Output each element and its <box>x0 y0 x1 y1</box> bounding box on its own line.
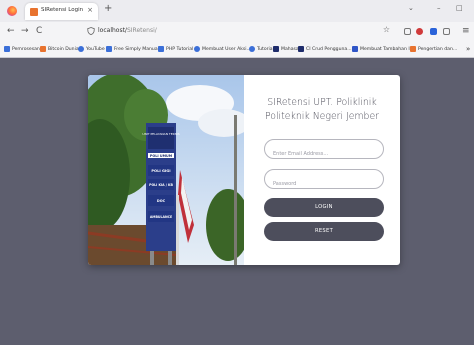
tab-active[interactable]: SIRetensi Login × <box>25 3 98 20</box>
bookmark-item[interactable]: PHP Tutorial <box>158 44 193 54</box>
bookmark-item[interactable]: Bitcoin Dunia <box>40 44 79 54</box>
bookmark-item[interactable]: Membuat Tambahan ID <box>352 44 413 54</box>
bookmark-favicon-icon <box>298 46 304 52</box>
bookmark-label: Mahasa <box>281 46 299 52</box>
bookmark-label: CI Crud Pengguna... <box>306 46 352 52</box>
bookmark-item[interactable]: Pemrosesan <box>4 44 40 54</box>
email-field[interactable] <box>264 139 384 163</box>
menu-icon[interactable]: ≡ <box>462 26 470 36</box>
page-title: SIRetensi UPT. Poliklinik Politeknik Neg… <box>244 96 400 124</box>
bookmark-item[interactable]: Pengertian dan... <box>410 44 457 54</box>
bookmark-favicon-icon <box>194 46 200 52</box>
extension-blue-icon[interactable] <box>430 28 437 35</box>
sign-line: POLI KIA / KB <box>149 183 173 187</box>
bookmark-favicon-icon <box>40 46 46 52</box>
favicon-icon <box>30 8 38 16</box>
login-form: SIRetensi UPT. Poliklinik Politeknik Neg… <box>244 75 400 265</box>
bookmarks-toolbar: Pemrosesan Bitcoin Dunia YouTube Free Si… <box>0 41 474 57</box>
bookmark-label: Membuat User Aksi... <box>202 46 251 52</box>
url-path: SIRetensi/ <box>126 27 157 34</box>
bookmarks-overflow-icon[interactable]: » <box>466 44 470 54</box>
sign-header: UNIT PELAYANAN TEKNIS <box>142 132 179 136</box>
clinic-sign-image: UNIT PELAYANAN TEKNIS POLI UMUM POLI GIG… <box>88 75 244 265</box>
title-line-2: Politeknik Negeri Jember <box>265 111 379 122</box>
tab-strip: SIRetensi Login × + ⌄ – □ <box>0 0 474 22</box>
bookmark-item[interactable]: YouTube <box>78 44 105 54</box>
bookmark-label: Pemrosesan <box>12 46 40 52</box>
bookmark-item[interactable]: Free Simply Manual <box>106 44 159 54</box>
password-input[interactable] <box>265 175 383 193</box>
url-text: localhost/SIRetensi/ <box>98 27 157 34</box>
pocket-icon[interactable] <box>404 28 411 35</box>
reload-icon[interactable]: C <box>36 26 42 36</box>
password-field[interactable] <box>264 169 384 193</box>
bookmark-item[interactable]: Mahasa <box>273 44 299 54</box>
list-tabs-icon[interactable]: ⌄ <box>408 4 414 12</box>
bookmark-item[interactable]: Tutorial <box>249 44 274 54</box>
sign-line: POLI UMUM <box>150 154 173 158</box>
forward-icon[interactable]: → <box>21 26 29 36</box>
bookmark-label: Bitcoin Dunia <box>48 46 79 52</box>
bookmark-label: Pengertian dan... <box>418 46 458 52</box>
bookmark-item[interactable]: Membuat User Aksi... <box>194 44 251 54</box>
navigation-bar: ← → C localhost/SIRetensi/ ☆ ≡ <box>0 22 474 41</box>
reset-button[interactable]: RESET <box>264 222 384 241</box>
email-input[interactable] <box>265 145 383 163</box>
back-icon[interactable]: ← <box>7 26 15 36</box>
shield-icon <box>87 27 95 35</box>
sign-line: DOC <box>157 199 166 203</box>
bookmark-favicon-icon <box>273 46 279 52</box>
bookmark-star-icon[interactable]: ☆ <box>383 25 390 34</box>
bookmark-favicon-icon <box>410 46 416 52</box>
bookmark-favicon-icon <box>106 46 112 52</box>
sign-line: AMBULANCE <box>150 215 172 219</box>
login-button[interactable]: LOGIN <box>264 198 384 217</box>
bookmark-label: YouTube <box>86 46 105 52</box>
bookmark-label: Tutorial <box>257 46 274 52</box>
bookmark-favicon-icon <box>249 46 255 52</box>
title-line-1: SIRetensi UPT. Poliklinik <box>267 97 377 108</box>
url-host: localhost/ <box>98 27 127 34</box>
tab-title: SIRetensi Login <box>41 7 84 13</box>
profile-icon[interactable] <box>443 28 450 35</box>
bookmark-favicon-icon <box>158 46 164 52</box>
clinic-photo: UNIT PELAYANAN TEKNIS POLI UMUM POLI GIG… <box>88 75 244 265</box>
extension-red-icon[interactable] <box>416 28 423 35</box>
bookmark-label: Free Simply Manual <box>114 46 159 52</box>
sign-line: POLI GIGI <box>151 169 170 173</box>
bookmark-favicon-icon <box>4 46 10 52</box>
browser-chrome: SIRetensi Login × + ⌄ – □ ← → C localhos… <box>0 0 474 58</box>
minimize-icon[interactable]: – <box>437 4 441 12</box>
login-card: UNIT PELAYANAN TEKNIS POLI UMUM POLI GIG… <box>88 75 400 265</box>
restore-icon[interactable]: □ <box>456 4 463 12</box>
tab-close-icon[interactable]: × <box>87 6 93 14</box>
url-bar[interactable]: localhost/SIRetensi/ ☆ <box>86 24 390 38</box>
new-tab-button[interactable]: + <box>104 3 112 14</box>
firefox-icon[interactable] <box>7 6 17 16</box>
bookmark-label: PHP Tutorial <box>166 46 194 52</box>
bookmark-label: Membuat Tambahan ID <box>360 46 414 52</box>
bookmark-favicon-icon <box>352 46 358 52</box>
bookmark-item[interactable]: CI Crud Pengguna... <box>298 44 352 54</box>
bookmark-favicon-icon <box>78 46 84 52</box>
